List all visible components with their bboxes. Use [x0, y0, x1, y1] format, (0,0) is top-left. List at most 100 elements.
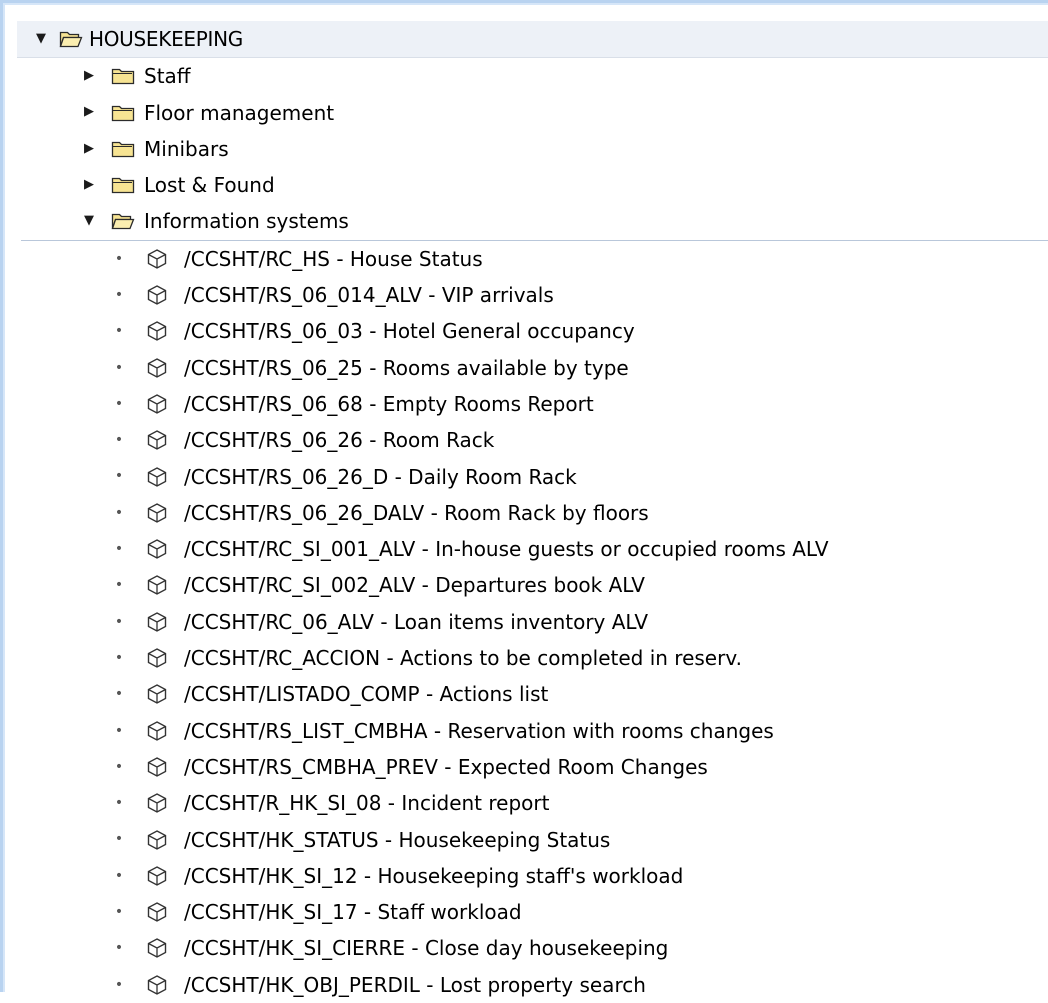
tree-node-transaction[interactable]: • /CCSHT/RC_SI_002_ALV - Departures book …	[21, 567, 1048, 603]
bullet-icon: •	[114, 468, 124, 485]
folder-open-icon	[59, 31, 83, 48]
tree-node-folder[interactable]: ▼ Information systems	[21, 203, 1048, 241]
tree-node-label: /CCSHT/RS_06_25 - Rooms available by typ…	[184, 355, 629, 380]
triangle-down-icon[interactable]: ▼	[79, 203, 99, 239]
transaction-cube-icon	[147, 321, 167, 342]
tree-node-folder[interactable]: ▶ Floor management	[21, 95, 1048, 131]
tree-node-transaction[interactable]: • /CCSHT/RC_06_ALV - Loan items inventory…	[21, 604, 1048, 640]
bullet-icon: •	[114, 976, 124, 993]
bullet-icon: •	[114, 722, 124, 739]
tree-node-transaction[interactable]: • /CCSHT/HK_SI_12 - Housekeeping staff's …	[21, 858, 1048, 894]
tree-node-label: /CCSHT/RS_LIST_CMBHA - Reservation with …	[184, 718, 774, 743]
bullet-icon: •	[114, 286, 124, 303]
transaction-cube-icon	[147, 575, 167, 596]
transaction-cube-icon	[147, 902, 167, 922]
menu-tree-frame: ▼ HOUSEKEEPING ▶ Staff ▶ Floor management ▶ M…	[0, 0, 1048, 997]
bullet-icon: •	[114, 359, 124, 376]
bullet-icon: •	[114, 323, 124, 340]
transaction-cube-icon	[147, 430, 167, 451]
transaction-cube-icon	[147, 648, 167, 668]
triangle-right-icon[interactable]: ▶	[79, 58, 99, 94]
bullet-icon: •	[114, 577, 124, 594]
tree-node-folder[interactable]: ▶ Minibars	[21, 131, 1048, 167]
tree-node-housekeeping[interactable]: ▼ HOUSEKEEPING	[17, 21, 1048, 59]
tree-node-transaction[interactable]: • /CCSHT/HK_STATUS - Housekeeping Status	[21, 822, 1048, 858]
transaction-cube-icon	[147, 793, 167, 814]
tree-node-label: Lost & Found	[144, 173, 275, 198]
tree-node-label: /CCSHT/HK_STATUS - Housekeeping Status	[184, 827, 611, 852]
triangle-right-icon[interactable]: ▶	[79, 131, 99, 167]
tree-node-folder[interactable]: ▶ Staff	[21, 58, 1048, 94]
tree-node-transaction[interactable]: • /CCSHT/HK_SI_17 - Staff workload	[21, 894, 1048, 930]
transaction-cube-icon	[147, 684, 167, 705]
bullet-icon: •	[114, 795, 124, 812]
tree-node-label: /CCSHT/RS_CMBHA_PREV - Expected Room Cha…	[184, 754, 708, 779]
bullet-icon: •	[114, 504, 124, 521]
folder-icon	[111, 69, 135, 85]
tree-node-label: /CCSHT/RS_06_26_D - Daily Room Rack	[184, 464, 577, 489]
tree-node-transaction[interactable]: • /CCSHT/RS_06_26 - Room Rack	[21, 422, 1048, 458]
tree-node-label: /CCSHT/RS_06_26_DALV - Room Rack by floo…	[184, 500, 649, 525]
tree-node-transaction[interactable]: • /CCSHT/RS_06_25 - Rooms available by ty…	[21, 350, 1048, 386]
tree-node-transaction[interactable]: • /CCSHT/RS_06_68 - Empty Rooms Report	[21, 386, 1048, 422]
tree-node-label: /CCSHT/HK_SI_17 - Staff workload	[184, 900, 522, 925]
tree-node-label: /CCSHT/HK_OBJ_PERDIL - Lost property sea…	[184, 972, 646, 997]
tree-node-label: /CCSHT/RC_ACCION - Actions to be complet…	[184, 646, 742, 671]
transaction-cube-icon	[147, 611, 167, 632]
bullet-icon: •	[114, 940, 124, 957]
folder-icon	[111, 141, 135, 158]
tree-node-label: /CCSHT/RC_SI_001_ALV - In-house guests o…	[184, 537, 829, 562]
tree-node-label: /CCSHT/RS_06_26 - Room Rack	[184, 428, 495, 453]
tree-node-transaction[interactable]: • /CCSHT/RC_HS - House Status	[21, 241, 1048, 277]
triangle-right-icon[interactable]: ▶	[79, 167, 99, 203]
tree-node-label: /CCSHT/RS_06_03 - Hotel General occupanc…	[184, 319, 635, 344]
tree-node-label: Staff	[144, 64, 191, 89]
transaction-cube-icon	[147, 720, 167, 741]
transaction-cube-icon	[147, 938, 167, 959]
folder-icon	[111, 105, 135, 121]
transaction-cube-icon	[147, 757, 167, 777]
transaction-cube-icon	[147, 866, 167, 886]
tree-node-transaction[interactable]: • /CCSHT/RC_SI_001_ALV - In-house guests …	[21, 531, 1048, 567]
tree-node-label: Information systems	[144, 209, 349, 234]
tree-node-transaction[interactable]: • /CCSHT/LISTADO_COMP - Actions list	[21, 676, 1048, 712]
transaction-cube-icon	[147, 285, 167, 305]
tree-node-transaction[interactable]: • /CCSHT/R_HK_SI_08 - Incident report	[21, 785, 1048, 821]
triangle-down-icon[interactable]: ▼	[31, 21, 51, 57]
transaction-cube-icon	[147, 539, 167, 559]
tree-node-transaction[interactable]: • /CCSHT/HK_SI_CIERRE - Close day houseke…	[21, 930, 1048, 966]
tree-node-label: HOUSEKEEPING	[89, 27, 243, 51]
tree-node-label: Floor management	[144, 100, 335, 125]
tree-node-label: /CCSHT/R_HK_SI_08 - Incident report	[184, 791, 550, 816]
tree-node-transaction[interactable]: • /CCSHT/RS_06_03 - Hotel General occupan…	[21, 313, 1048, 349]
bullet-icon: •	[114, 541, 124, 558]
tree-node-folder[interactable]: ▶ Lost & Found	[21, 167, 1048, 203]
tree-node-transaction[interactable]: • /CCSHT/HK_OBJ_PERDIL - Lost property se…	[21, 967, 1048, 1003]
tree-node-transaction[interactable]: • /CCSHT/RS_06_26_DALV - Room Rack by flo…	[21, 495, 1048, 531]
tree-node-transaction[interactable]: • /CCSHT/RS_CMBHA_PREV - Expected Room Ch…	[21, 749, 1048, 785]
tree-node-label: /CCSHT/RS_06_68 - Empty Rooms Report	[184, 391, 594, 416]
bullet-icon: •	[114, 250, 124, 267]
bullet-icon: •	[114, 903, 124, 920]
transaction-cube-icon	[147, 466, 167, 487]
tree-node-transaction[interactable]: • /CCSHT/RS_LIST_CMBHA - Reservation with…	[21, 713, 1048, 749]
transaction-cube-icon	[147, 503, 167, 523]
tree-node-label: /CCSHT/HK_SI_12 - Housekeeping staff's w…	[184, 863, 684, 888]
tree-node-label: /CCSHT/RC_HS - House Status	[184, 246, 483, 271]
bullet-icon: •	[114, 432, 124, 449]
tree-node-transaction[interactable]: • /CCSHT/RS_06_26_D - Daily Room Rack	[21, 459, 1048, 495]
tree-node-label: /CCSHT/RC_SI_002_ALV - Departures book A…	[184, 573, 645, 598]
transaction-cube-icon	[147, 974, 167, 995]
bullet-icon: •	[114, 867, 124, 884]
tree-node-label: /CCSHT/LISTADO_COMP - Actions list	[184, 682, 549, 707]
bullet-icon: •	[114, 758, 124, 775]
tree-node-transaction[interactable]: • /CCSHT/RC_ACCION - Actions to be comple…	[21, 640, 1048, 676]
transaction-cube-icon	[147, 357, 167, 378]
tree-node-label: /CCSHT/RC_06_ALV - Loan items inventory …	[184, 609, 649, 634]
bullet-icon: •	[114, 649, 124, 666]
tree-node-transaction[interactable]: • /CCSHT/RS_06_014_ALV - VIP arrivals	[21, 277, 1048, 313]
triangle-right-icon[interactable]: ▶	[79, 95, 99, 131]
menu-tree: ▼ HOUSEKEEPING ▶ Staff ▶ Floor management ▶ M…	[17, 21, 1048, 1003]
tree-node-label: /CCSHT/HK_SI_CIERRE - Close day housekee…	[184, 936, 669, 961]
bullet-icon: •	[114, 395, 124, 412]
